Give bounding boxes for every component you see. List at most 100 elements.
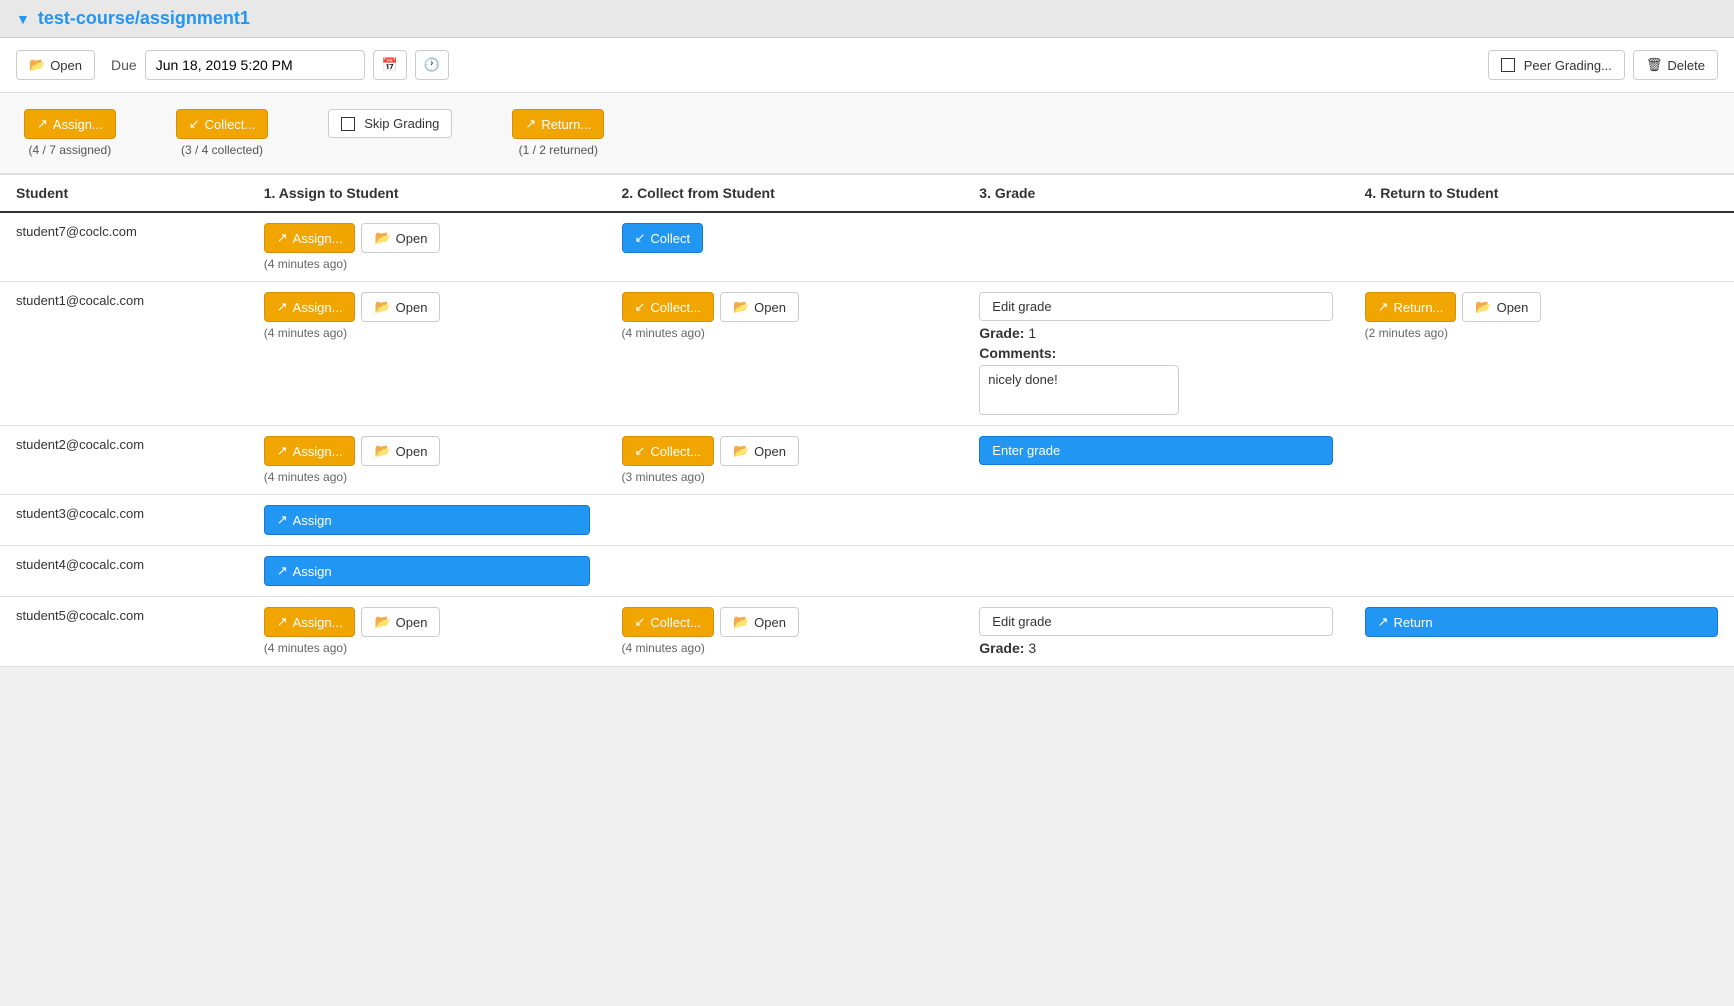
return-cell-1: ↗ Return... 📂 Open (2 minutes ago): [1349, 282, 1734, 426]
table-row: student3@cocalc.com ↗ Assign: [0, 495, 1734, 546]
summary-skip-grading: Skip Grading: [328, 109, 452, 138]
collect-open-button-1[interactable]: 📂 Open: [720, 292, 799, 322]
page-container: ▼ test-course/assignment1 📂 Open Due 📅 🕐…: [0, 0, 1734, 667]
assign-time-2: (4 minutes ago): [264, 470, 590, 484]
assign-icon-4: ↗: [277, 563, 288, 579]
comments-box-1: nicely done!: [979, 365, 1179, 415]
collect-cell-3: [606, 495, 964, 546]
due-date-input[interactable]: [145, 50, 365, 80]
summary-return: ↗ Return... (1 / 2 returned): [512, 109, 604, 157]
bulk-return-button[interactable]: ↗ Return...: [512, 109, 604, 139]
assign-open-button-5[interactable]: 📂 Open: [361, 607, 440, 637]
return-icon: ↗: [525, 116, 536, 132]
calendar-icon-button[interactable]: 📅: [373, 50, 407, 80]
assign-open-button-2[interactable]: 📂 Open: [361, 436, 440, 466]
bulk-collect-button[interactable]: ↙ Collect...: [176, 109, 268, 139]
assign-time-1: (4 minutes ago): [264, 326, 590, 340]
table-row: student2@cocalc.com ↗ Assign... 📂 Open: [0, 426, 1734, 495]
grade-cell-5: Edit grade Grade: 3: [963, 597, 1348, 667]
toolbar-right: Peer Grading... 🗑 Delete: [1488, 50, 1718, 80]
header-grade: 3. Grade: [963, 175, 1348, 212]
chevron-icon: ▼: [16, 11, 30, 27]
grade-label-5: Grade:: [979, 640, 1028, 656]
clock-icon-button[interactable]: 🕐: [415, 50, 449, 80]
assign-button-4[interactable]: ↗ Assign: [264, 556, 590, 586]
assign-open-button-0[interactable]: 📂 Open: [361, 223, 440, 253]
due-label: Due: [111, 57, 137, 73]
assign-icon-0: ↗: [277, 230, 288, 246]
collect-icon-0: ↙: [635, 230, 646, 246]
delete-button[interactable]: 🗑 Delete: [1633, 50, 1718, 80]
collect-button-2[interactable]: ↙ Collect...: [622, 436, 714, 466]
collect-icon-2: ↙: [635, 443, 646, 459]
grade-cell-3: [963, 495, 1348, 546]
table-row: student5@cocalc.com ↗ Assign... 📂 Open: [0, 597, 1734, 667]
return-button-1[interactable]: ↗ Return...: [1365, 292, 1457, 322]
table-header-row: Student 1. Assign to Student 2. Collect …: [0, 175, 1734, 212]
student-email: student2@cocalc.com: [0, 426, 248, 495]
header-assign: 1. Assign to Student: [248, 175, 606, 212]
assign-icon-2: ↗: [277, 443, 288, 459]
grade-cell-2: Enter grade: [963, 426, 1348, 495]
checkbox-icon: [1501, 58, 1515, 72]
edit-grade-button-1[interactable]: Edit grade: [979, 292, 1332, 321]
collect-cell-0: ↙ Collect: [606, 212, 964, 282]
table-row: student7@coclc.com ↗ Assign... 📂 Open: [0, 212, 1734, 282]
header-return: 4. Return to Student: [1349, 175, 1734, 212]
collect-open-icon-5: 📂: [733, 614, 749, 630]
assign-time-5: (4 minutes ago): [264, 641, 590, 655]
collect-cell-1: ↙ Collect... 📂 Open (4 minutes ago): [606, 282, 964, 426]
assign-button-5[interactable]: ↗ Assign...: [264, 607, 356, 637]
skip-grading-button[interactable]: Skip Grading: [328, 109, 452, 138]
edit-grade-button-5[interactable]: Edit grade: [979, 607, 1332, 636]
return-button-5[interactable]: ↗ Return: [1365, 607, 1718, 637]
student-email: student1@cocalc.com: [0, 282, 248, 426]
collect-open-button-2[interactable]: 📂 Open: [720, 436, 799, 466]
collect-button-0[interactable]: ↙ Collect: [622, 223, 704, 253]
header-collect: 2. Collect from Student: [606, 175, 964, 212]
collect-icon-1: ↙: [635, 299, 646, 315]
enter-grade-button-2[interactable]: Enter grade: [979, 436, 1332, 465]
skip-checkbox-icon: [341, 117, 355, 131]
open-folder-icon-5: 📂: [374, 614, 390, 630]
assign-button-1[interactable]: ↗ Assign...: [264, 292, 356, 322]
return-cell-5: ↗ Return: [1349, 597, 1734, 667]
collect-cell-2: ↙ Collect... 📂 Open (3 minutes ago): [606, 426, 964, 495]
open-button[interactable]: 📂 Open: [16, 50, 95, 80]
assign-cell-5: ↗ Assign... 📂 Open (4 minutes ago): [248, 597, 606, 667]
open-folder-icon-1: 📂: [374, 299, 390, 315]
student-email: student5@cocalc.com: [0, 597, 248, 667]
grade-cell-4: [963, 546, 1348, 597]
collect-icon: ↙: [189, 116, 200, 132]
assign-open-button-1[interactable]: 📂 Open: [361, 292, 440, 322]
return-cell-4: [1349, 546, 1734, 597]
open-folder-icon-2: 📂: [374, 443, 390, 459]
collect-time-1: (4 minutes ago): [622, 326, 948, 340]
collect-open-icon-1: 📂: [733, 299, 749, 315]
peer-grading-button[interactable]: Peer Grading...: [1488, 50, 1625, 80]
collect-open-icon-2: 📂: [733, 443, 749, 459]
table-row: student1@cocalc.com ↗ Assign... 📂 Open: [0, 282, 1734, 426]
due-group: Due 📅 🕐: [111, 50, 449, 80]
collect-open-button-5[interactable]: 📂 Open: [720, 607, 799, 637]
bulk-assign-button[interactable]: ↗ Assign...: [24, 109, 116, 139]
assign-summary-count: (4 / 7 assigned): [29, 143, 112, 157]
assign-icon-5: ↗: [277, 614, 288, 630]
collect-button-1[interactable]: ↙ Collect...: [622, 292, 714, 322]
assign-button-0[interactable]: ↗ Assign...: [264, 223, 356, 253]
summary-section: ↗ Assign... (4 / 7 assigned) ↙ Collect..…: [0, 93, 1734, 175]
trash-icon: 🗑: [1646, 57, 1663, 73]
return-icon-1: ↗: [1378, 299, 1389, 315]
assign-button-3[interactable]: ↗ Assign: [264, 505, 590, 535]
summary-assign: ↗ Assign... (4 / 7 assigned): [24, 109, 116, 157]
return-open-icon-1: 📂: [1475, 299, 1491, 315]
toolbar: 📂 Open Due 📅 🕐 Peer Grading... 🗑 Delete: [0, 38, 1734, 93]
collect-button-5[interactable]: ↙ Collect...: [622, 607, 714, 637]
student-email: student7@coclc.com: [0, 212, 248, 282]
return-open-button-1[interactable]: 📂 Open: [1462, 292, 1541, 322]
assign-button-2[interactable]: ↗ Assign...: [264, 436, 356, 466]
return-cell-3: [1349, 495, 1734, 546]
collect-cell-5: ↙ Collect... 📂 Open (4 minutes ago): [606, 597, 964, 667]
return-time-1: (2 minutes ago): [1365, 326, 1718, 340]
grade-cell-1: Edit grade Grade: 1 Comments: nicely don…: [963, 282, 1348, 426]
